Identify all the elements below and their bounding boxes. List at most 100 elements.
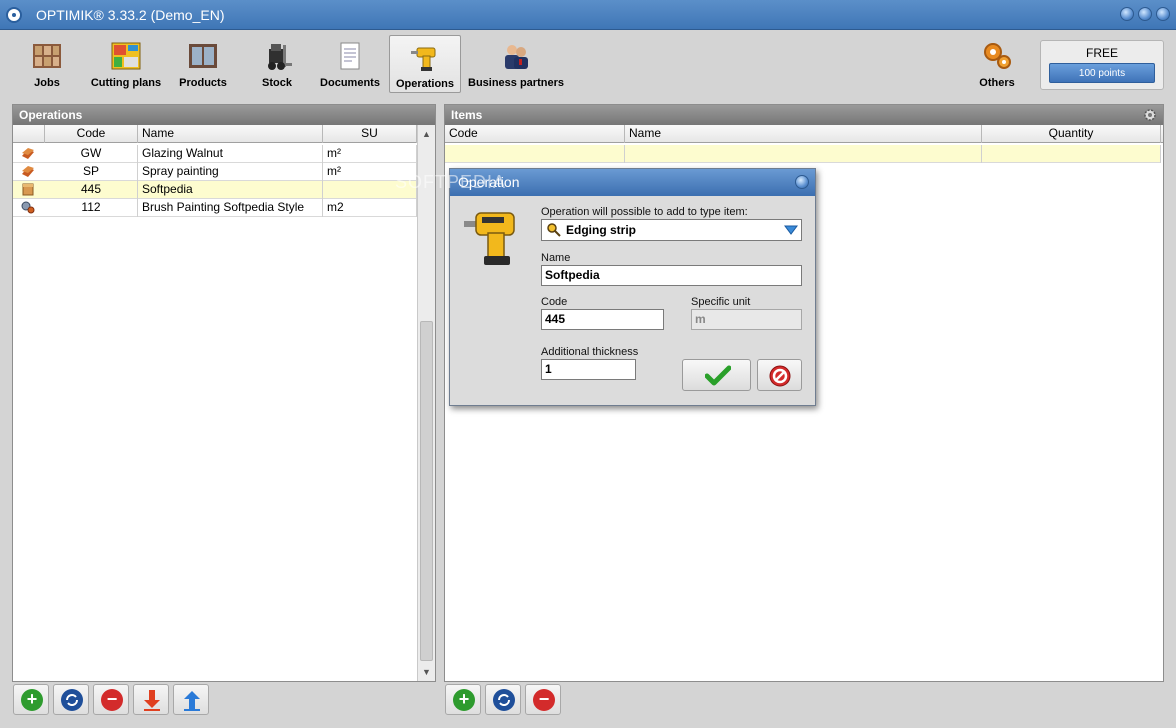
- operations-scrollbar[interactable]: ▲ ▼: [417, 125, 435, 681]
- refresh-operations-button[interactable]: [53, 684, 89, 715]
- main-toolbar: Jobs Cutting plans Products Stock Docume…: [0, 31, 1176, 99]
- refresh-items-button[interactable]: [485, 684, 521, 715]
- documents-icon: [340, 42, 360, 70]
- items-grid-header: Code Name Quantity: [445, 125, 1163, 143]
- cell-name: Spray painting: [138, 163, 323, 181]
- dialog-close-button[interactable]: [795, 175, 809, 189]
- toolbar-jobs-button[interactable]: Jobs: [14, 35, 80, 93]
- cell-code: GW: [45, 145, 138, 163]
- column-header-su[interactable]: SU: [323, 125, 417, 143]
- app-icon[interactable]: [6, 7, 22, 23]
- refresh-icon: [61, 689, 83, 711]
- operation-dialog: Operation Operation will possible to add…: [449, 168, 816, 406]
- cancel-button[interactable]: [757, 359, 802, 391]
- code-field[interactable]: 445: [541, 309, 664, 330]
- refresh-icon: [493, 689, 515, 711]
- operations-panel-title: Operations: [13, 105, 435, 125]
- board-icon: [22, 148, 34, 159]
- column-header-name[interactable]: Name: [625, 125, 982, 143]
- toolbar-others-button[interactable]: Others: [968, 35, 1026, 93]
- cell-code: 445: [45, 181, 138, 199]
- cell-su: m²: [323, 145, 417, 163]
- points-button[interactable]: 100 points: [1049, 63, 1155, 83]
- toolbar-products-button[interactable]: Products: [170, 35, 236, 93]
- forklift-icon: [268, 44, 292, 70]
- cell-code: SP: [45, 163, 138, 181]
- cell-su: m2: [323, 199, 417, 217]
- specific-unit-field: m: [691, 309, 802, 330]
- additional-thickness-field[interactable]: 1: [541, 359, 636, 380]
- table-row-selected[interactable]: 445 Softpedia: [13, 181, 417, 199]
- name-label: Name: [541, 252, 571, 264]
- row-indicator-header: [13, 125, 45, 143]
- scroll-up-icon[interactable]: ▲: [418, 127, 435, 141]
- cell-code: [445, 145, 625, 163]
- cell-name: Softpedia: [138, 181, 323, 199]
- column-header-quantity[interactable]: Quantity: [982, 125, 1161, 143]
- toolbar-documents-button[interactable]: Documents: [316, 35, 384, 93]
- drill-icon: [411, 47, 436, 71]
- cancel-icon: [769, 365, 791, 387]
- cell-quantity: [982, 145, 1161, 163]
- business-partners-icon: [505, 45, 528, 69]
- toolbar-stock-button[interactable]: Stock: [246, 35, 308, 93]
- import-button[interactable]: [133, 684, 169, 715]
- cell-name: [625, 145, 982, 163]
- specific-unit-label: Specific unit: [691, 296, 751, 308]
- close-button[interactable]: [1156, 7, 1170, 21]
- magnifier-icon: [547, 223, 561, 237]
- scroll-down-icon[interactable]: ▼: [418, 665, 435, 679]
- type-item-value: Edging strip: [566, 223, 636, 237]
- board-icon: [22, 166, 34, 177]
- cutting-plans-icon: [111, 42, 141, 70]
- chevron-down-icon[interactable]: [784, 224, 798, 236]
- toolbar-operations-button[interactable]: Operations: [389, 35, 461, 93]
- delete-item-button[interactable]: −: [525, 684, 561, 715]
- type-item-label: Operation will possible to add to type i…: [541, 206, 748, 218]
- gears-icon: [984, 43, 1011, 69]
- minus-icon: −: [533, 689, 555, 711]
- cell-name: Brush Painting Softpedia Style: [138, 199, 323, 217]
- window-title: OPTIMIK® 3.33.2 (Demo_EN): [36, 7, 225, 23]
- operations-panel: Operations Code Name SU GW Glazing Walnu…: [12, 104, 436, 682]
- scroll-thumb[interactable]: [420, 321, 433, 661]
- settings-gear-icon[interactable]: [1143, 108, 1157, 122]
- name-field[interactable]: Softpedia: [541, 265, 802, 286]
- column-header-code[interactable]: Code: [45, 125, 138, 143]
- additional-thickness-label: Additional thickness: [541, 346, 639, 358]
- table-row[interactable]: GW Glazing Walnut m²: [13, 145, 417, 163]
- license-plan: FREE: [1085, 46, 1118, 60]
- cell-name: Glazing Walnut: [138, 145, 323, 163]
- title-bar: OPTIMIK® 3.33.2 (Demo_EN): [0, 0, 1176, 30]
- table-row-empty[interactable]: [445, 145, 1161, 163]
- confirm-button[interactable]: [682, 359, 751, 391]
- table-row[interactable]: 112 Brush Painting Softpedia Style m2: [13, 199, 417, 217]
- toolbar-cutting-plans-button[interactable]: Cutting plans: [90, 35, 162, 93]
- plus-icon: +: [453, 689, 475, 711]
- cell-code: 112: [45, 199, 138, 217]
- minimize-button[interactable]: [1120, 7, 1134, 21]
- type-item-select[interactable]: Edging strip: [541, 219, 802, 241]
- arrow-down-icon: [144, 690, 160, 711]
- column-header-code[interactable]: Code: [445, 125, 625, 143]
- operations-grid-header: Code Name SU: [13, 125, 417, 143]
- column-header-name[interactable]: Name: [138, 125, 323, 143]
- export-button[interactable]: [173, 684, 209, 715]
- minus-icon: −: [101, 689, 123, 711]
- add-item-button[interactable]: +: [445, 684, 481, 715]
- code-label: Code: [541, 296, 568, 308]
- table-row[interactable]: SP Spray painting m²: [13, 163, 417, 181]
- toolbar-business-partners-button[interactable]: Business partners: [468, 35, 564, 93]
- checkmark-icon: [705, 365, 731, 386]
- plus-icon: +: [21, 689, 43, 711]
- softpedia-watermark: SOFTPEDIA: [395, 172, 507, 192]
- jobs-icon: [33, 44, 61, 68]
- add-operation-button[interactable]: +: [13, 684, 49, 715]
- delete-operation-button[interactable]: −: [93, 684, 129, 715]
- drill-icon: [464, 212, 515, 265]
- gears-icon: [21, 201, 35, 214]
- edging-icon: [22, 183, 34, 196]
- items-panel-title: Items: [445, 105, 1163, 125]
- arrow-up-icon: [184, 691, 200, 711]
- maximize-button[interactable]: [1138, 7, 1152, 21]
